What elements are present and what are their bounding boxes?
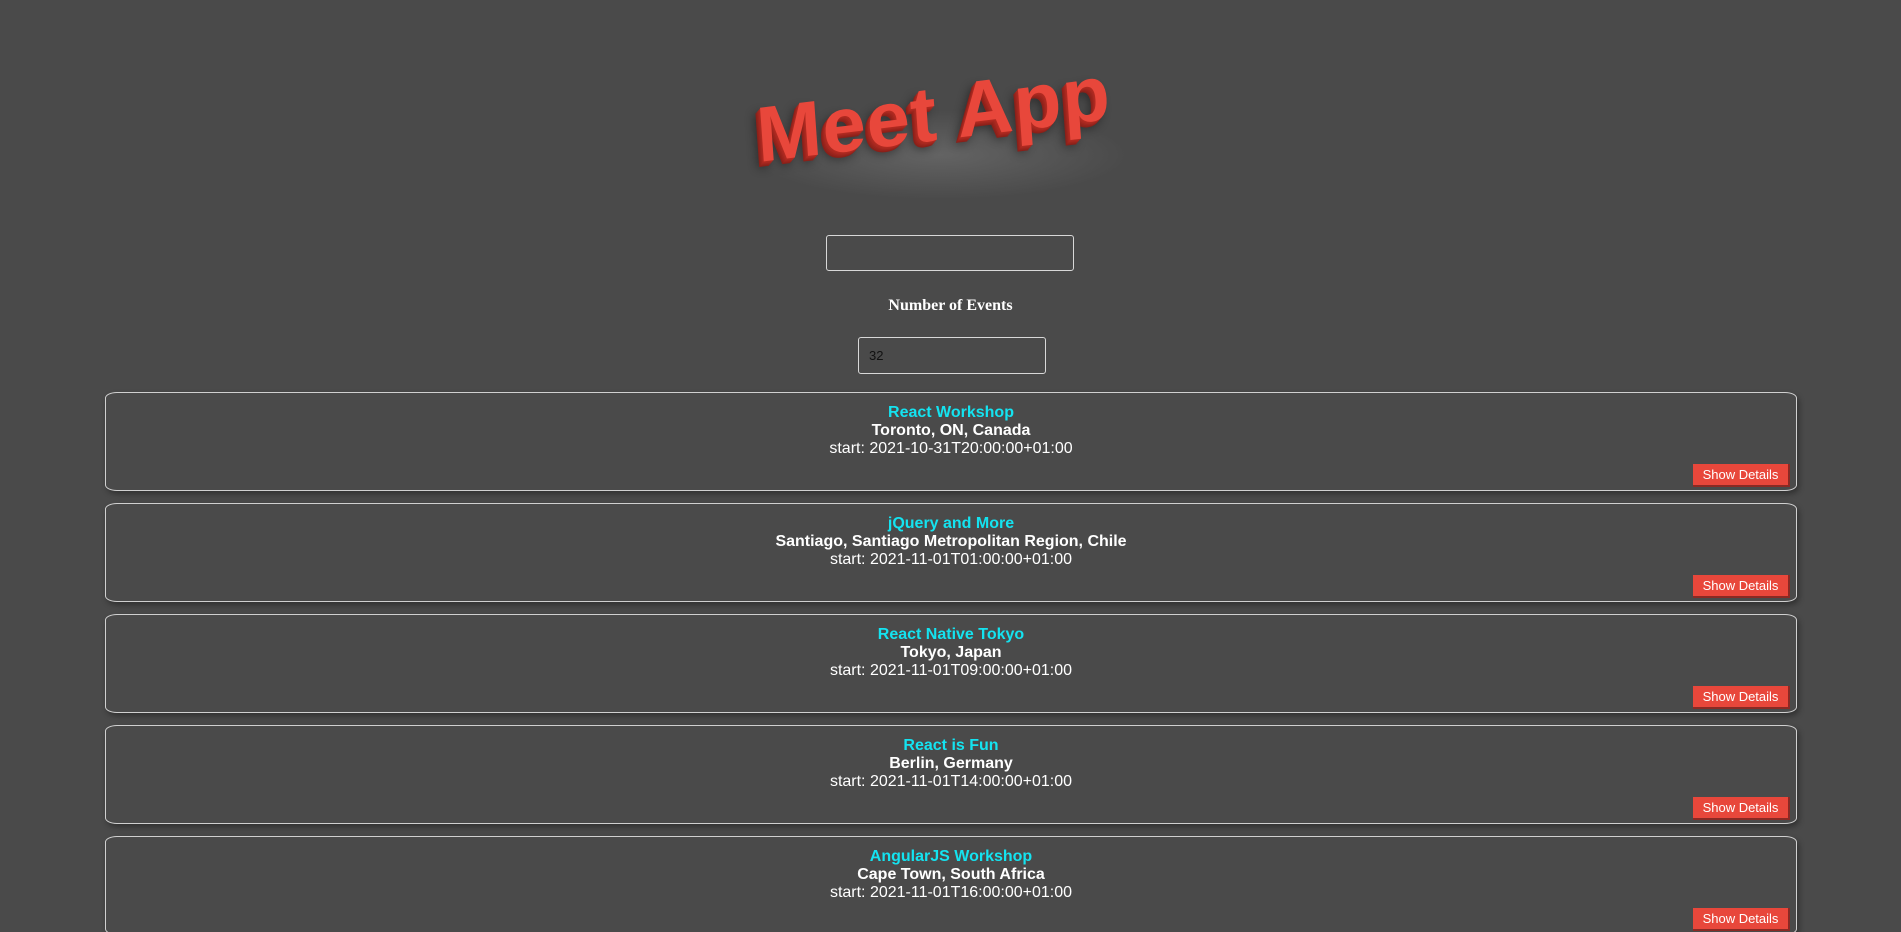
event-start: start: 2021-10-31T20:00:00+01:00 bbox=[829, 440, 1073, 457]
show-details-button[interactable]: Show Details bbox=[1693, 464, 1790, 487]
event-location: Tokyo, Japan bbox=[900, 644, 1002, 661]
event-card: React Native Tokyo Tokyo, Japan start: 2… bbox=[105, 614, 1797, 713]
number-of-events-label: Number of Events bbox=[888, 297, 1013, 314]
event-location: Berlin, Germany bbox=[889, 755, 1013, 772]
event-start: start: 2021-11-01T01:00:00+01:00 bbox=[829, 551, 1073, 568]
show-details-button[interactable]: Show Details bbox=[1693, 575, 1790, 598]
event-title: React Workshop bbox=[888, 404, 1014, 421]
event-location: Santiago, Santiago Metropolitan Region, … bbox=[775, 533, 1127, 550]
number-of-events-input[interactable] bbox=[858, 337, 1046, 374]
event-start: start: 2021-11-01T14:00:00+01:00 bbox=[829, 773, 1073, 790]
show-details-button[interactable]: Show Details bbox=[1693, 797, 1790, 820]
show-details-button[interactable]: Show Details bbox=[1693, 908, 1790, 931]
event-card: AngularJS Workshop Cape Town, South Afri… bbox=[105, 836, 1797, 932]
show-details-button[interactable]: Show Details bbox=[1693, 686, 1790, 709]
event-title: React Native Tokyo bbox=[877, 626, 1025, 643]
event-card: React Workshop Toronto, ON, Canada start… bbox=[105, 392, 1797, 491]
logo-area: Meet App bbox=[730, 48, 1150, 220]
event-card: React is Fun Berlin, Germany start: 2021… bbox=[105, 725, 1797, 824]
app-container: Meet App Number of Events React Workshop… bbox=[0, 0, 1901, 932]
event-title: jQuery and More bbox=[887, 515, 1015, 532]
event-location: Toronto, ON, Canada bbox=[871, 422, 1031, 439]
city-search-input[interactable] bbox=[826, 235, 1074, 271]
event-title: AngularJS Workshop bbox=[869, 848, 1033, 865]
event-start: start: 2021-11-01T16:00:00+01:00 bbox=[829, 884, 1073, 901]
event-location: Cape Town, South Africa bbox=[857, 866, 1045, 883]
event-card: jQuery and More Santiago, Santiago Metro… bbox=[105, 503, 1797, 602]
event-title: React is Fun bbox=[903, 737, 999, 754]
event-start: start: 2021-11-01T09:00:00+01:00 bbox=[829, 662, 1073, 679]
